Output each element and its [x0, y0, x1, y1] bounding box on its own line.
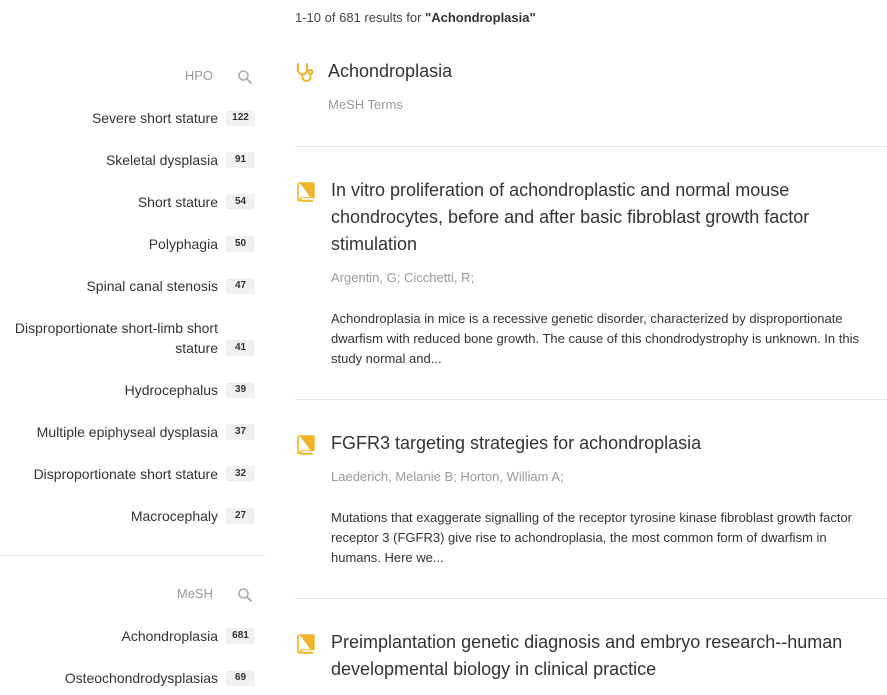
book-icon: [295, 434, 317, 456]
facet-item-label: Spinal canal stenosis: [86, 278, 218, 294]
article-title[interactable]: In vitro proliferation of achondroplasti…: [331, 177, 871, 258]
article-title[interactable]: Preimplantation genetic diagnosis and em…: [331, 629, 871, 683]
results-summary: 1-10 of 681 results for "Achondroplasia": [295, 10, 536, 25]
book-icon: [295, 633, 317, 655]
facet-count-badge: 32: [226, 466, 255, 482]
facet-item-label-line1: Disproportionate short-limb short: [14, 320, 218, 336]
results-count-text: 1-10 of 681 results for: [295, 10, 426, 25]
facet-item-label: Severe short stature: [91, 110, 218, 126]
mesh-term-title[interactable]: Achondroplasia: [328, 61, 452, 82]
stethoscope-icon: [295, 62, 317, 84]
facet-count-badge: 50: [226, 236, 255, 252]
article-title[interactable]: FGFR3 targeting strategies for achondrop…: [331, 430, 871, 457]
facet-count-badge: 37: [226, 424, 255, 440]
results-query: "Achondroplasia": [425, 10, 536, 25]
facet-item-label: Osteochondrodysplasias: [64, 670, 218, 686]
facet-count-badge: 69: [226, 670, 255, 686]
facet-item-label: Macrocephaly: [130, 508, 218, 524]
result-divider: [295, 598, 887, 599]
facet-count-badge: 39: [226, 382, 255, 398]
article-abstract: Achondroplasia in mice is a recessive ge…: [331, 311, 859, 366]
facet-count-badge: 47: [226, 278, 255, 294]
facet-sidebar: HPO Severe short stature 122 Skeletal dy…: [0, 0, 265, 695]
facet-item-label: Hydrocephalus: [124, 382, 218, 398]
article-authors: Laederich, Melanie B; Horton, William A;: [331, 469, 564, 484]
mesh-facet-header: MeSH: [0, 584, 265, 604]
facet-count-badge: 41: [226, 340, 255, 356]
facet-item-label-line2: stature: [175, 340, 218, 356]
mesh-facet-title: MeSH: [176, 586, 213, 601]
facet-count-badge: 54: [226, 194, 255, 210]
article-authors: Argentin, G; Cicchetti, R;: [331, 270, 475, 285]
facet-count-badge: 27: [226, 508, 255, 524]
hpo-facet-header: HPO: [0, 66, 265, 86]
search-icon[interactable]: [237, 69, 253, 85]
facet-divider: [0, 555, 265, 556]
mesh-term-subtitle: MeSH Terms: [328, 97, 403, 112]
facet-item-label: Polyphagia: [148, 236, 218, 252]
facet-count-badge: 681: [226, 628, 255, 644]
facet-item-label: Short stature: [137, 194, 218, 210]
result-divider: [295, 399, 887, 400]
result-divider: [295, 146, 887, 147]
facet-count-badge: 91: [226, 152, 255, 168]
facet-item-label: Achondroplasia: [121, 628, 218, 644]
search-icon[interactable]: [237, 587, 253, 603]
book-icon: [295, 181, 317, 203]
facet-item-label: Disproportionate short stature: [33, 466, 218, 482]
facet-item-label: Skeletal dysplasia: [105, 152, 218, 168]
facet-count-badge: 122: [226, 110, 255, 126]
article-abstract: Mutations that exaggerate signalling of …: [331, 510, 853, 565]
hpo-facet-title: HPO: [184, 68, 213, 83]
facet-item-label: Multiple epiphyseal dysplasia: [36, 424, 218, 440]
